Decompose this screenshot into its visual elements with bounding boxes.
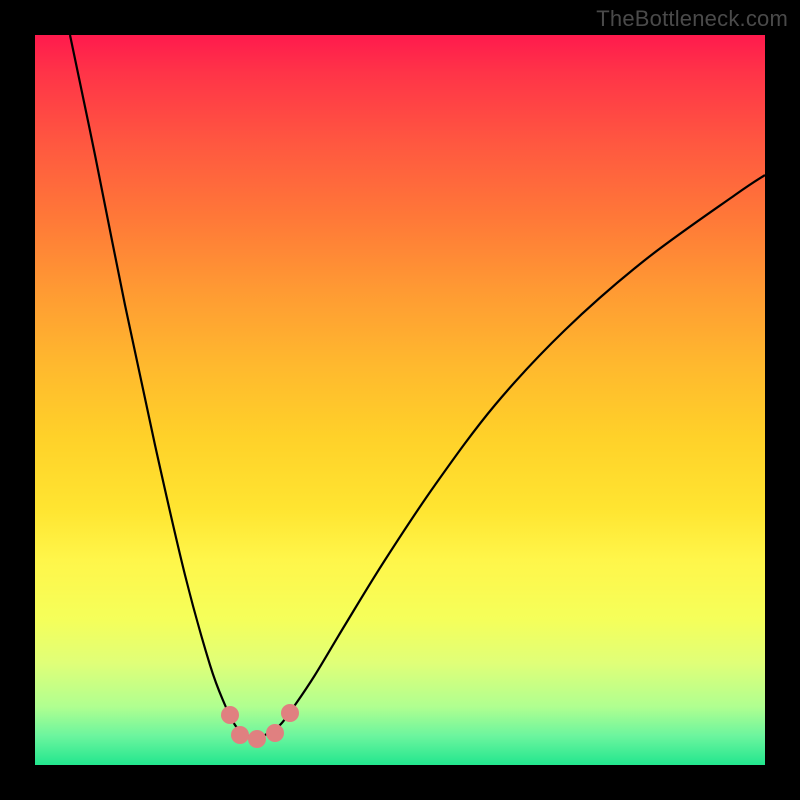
marker-group	[221, 704, 299, 748]
marker-2	[231, 726, 249, 744]
bottleneck-chart	[35, 35, 765, 765]
watermark-text: TheBottleneck.com	[596, 6, 788, 32]
bottleneck-curve-path	[70, 35, 765, 737]
marker-4	[266, 724, 284, 742]
marker-1	[221, 706, 239, 724]
marker-3	[248, 730, 266, 748]
marker-5	[281, 704, 299, 722]
